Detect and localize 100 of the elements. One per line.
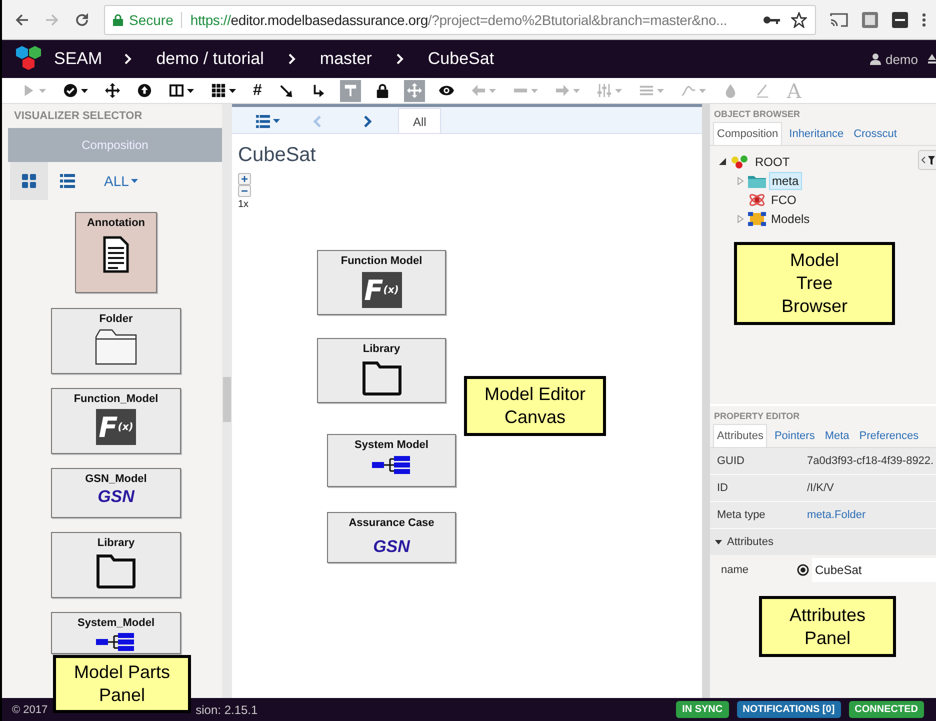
panel-title: OBJECT BROWSER	[713, 108, 802, 121]
list-icon	[60, 174, 74, 188]
zoom-in-button[interactable]: +	[238, 173, 251, 185]
part-card[interactable]: GSN_Model GSN	[51, 468, 181, 518]
breadcrumb-link[interactable]: master	[320, 49, 372, 69]
atom-icon	[748, 192, 766, 206]
extension-icon[interactable]	[892, 12, 908, 28]
editor-tab[interactable]: Preferences	[856, 424, 922, 447]
user-name[interactable]: demo	[885, 52, 918, 66]
status-badge[interactable]: NOTIFICATIONS [0]	[736, 701, 841, 718]
eject-icon[interactable]	[928, 54, 936, 64]
gsn-label: GSN	[98, 487, 134, 507]
cast-icon[interactable]	[830, 12, 848, 28]
caret-icon	[572, 88, 580, 92]
caret-icon	[715, 540, 722, 544]
hierarchy-icon	[372, 456, 412, 474]
folder-icon	[95, 329, 137, 365]
caret-icon	[656, 88, 664, 92]
toolbar-button[interactable]: #	[250, 80, 265, 102]
user-icon	[870, 53, 882, 65]
reset-icon[interactable]	[797, 564, 809, 576]
caret-icon	[272, 119, 280, 123]
editor-tab[interactable]: All	[398, 108, 442, 133]
editor-tab[interactable]: Attributes	[713, 424, 768, 447]
node-name: System Model	[354, 439, 428, 451]
part-name: Folder	[99, 313, 133, 325]
arrow-left-icon	[470, 83, 486, 98]
zoom-out-button[interactable]: −	[238, 185, 251, 197]
arrow-right-icon	[554, 83, 570, 98]
node-name: Assurance Case	[348, 517, 434, 529]
lock-icon	[374, 83, 390, 98]
callout-note: Model Tree Browser	[734, 242, 895, 325]
address-bar[interactable]: Secure https://editor.modelbasedassurance.org/?project=demo%2Btutorial&branch=master&no...	[104, 4, 816, 34]
part-card[interactable]: Folder	[51, 308, 181, 374]
caret-icon	[614, 88, 622, 92]
callout-note: Attributes Panel	[759, 596, 896, 657]
part-name: GSN_Model	[85, 473, 147, 485]
editor-tab[interactable]: Pointers	[771, 424, 818, 447]
model-node[interactable]: System Model	[327, 434, 456, 487]
property-label: ID	[716, 482, 729, 494]
panel-title: VISUALIZER SELECTOR	[13, 109, 144, 124]
part-card[interactable]: Annotation	[75, 212, 157, 293]
part-name: System_Model	[77, 617, 155, 629]
folder-icon	[96, 553, 136, 589]
model-node[interactable]: Library	[317, 338, 446, 403]
menu-icon[interactable]	[922, 12, 926, 28]
chevron-icon	[396, 53, 404, 65]
filter-button[interactable]	[918, 150, 936, 170]
editor-tab[interactable]: Meta	[822, 424, 852, 447]
secure-label: Secure	[129, 12, 174, 28]
caret-icon	[39, 88, 46, 92]
caret-icon	[81, 88, 88, 92]
part-card[interactable]: Library	[51, 532, 181, 598]
lines-icon	[638, 83, 654, 98]
tree-icon	[342, 83, 358, 98]
pen-icon	[754, 83, 770, 98]
browser-tab[interactable]: Inheritance	[786, 122, 847, 145]
tree-item[interactable]: Models	[769, 210, 812, 226]
eye-icon	[438, 83, 454, 98]
breadcrumb-link[interactable]: demo / tutorial	[156, 49, 264, 69]
node-name: Library	[362, 343, 400, 355]
breadcrumb-link[interactable]: CubeSat	[428, 49, 494, 69]
expander-icon[interactable]	[718, 158, 727, 165]
tree-item[interactable]: ROOT	[753, 154, 792, 170]
grid-view-button[interactable]	[10, 162, 48, 200]
browser-tab[interactable]: Crosscut	[850, 122, 900, 145]
canvas-title: CubeSat	[237, 143, 317, 167]
zoom-level: 1x	[238, 199, 249, 210]
part-card[interactable]: System_Model	[51, 612, 181, 654]
section-header[interactable]: Attributes	[710, 529, 936, 555]
meta-type-link[interactable]: meta.Folder	[807, 509, 866, 521]
attribute-field[interactable]: CubeSat	[812, 558, 936, 582]
property-label: GUID	[716, 455, 746, 467]
version-text: sion: 2.15.1	[196, 702, 258, 716]
chevron-left-icon	[312, 114, 322, 128]
key-icon[interactable]	[763, 14, 781, 24]
browser-tab[interactable]: Composition	[713, 122, 782, 145]
gsn-label: GSN	[373, 537, 410, 557]
back-icon[interactable]	[14, 12, 30, 28]
model-node[interactable]: Assurance Case GSN	[327, 512, 456, 563]
app-name[interactable]: SEAM	[54, 49, 102, 69]
filter-dropdown[interactable]: ALL	[98, 172, 144, 190]
reload-icon[interactable]	[74, 12, 90, 28]
tree-item[interactable]: FCO	[769, 192, 798, 208]
callout-note: Model Parts Panel	[53, 655, 191, 713]
chevron-icon	[288, 53, 296, 65]
caret-icon	[187, 88, 194, 92]
tree-item[interactable]: meta	[769, 172, 802, 190]
star-icon[interactable]	[791, 12, 807, 28]
property-value: 7a0d3f93-cf18-4f39-8922.	[807, 455, 934, 467]
part-name: Annotation	[86, 217, 146, 229]
folder-icon	[748, 174, 766, 188]
move-icon	[105, 83, 120, 98]
folder-icon	[362, 360, 402, 396]
attribute-label: name	[720, 564, 750, 576]
model-icon	[748, 212, 766, 226]
list-icon	[254, 114, 270, 128]
part-name: Library	[97, 537, 135, 549]
scrollbar-thumb[interactable]	[223, 377, 231, 422]
curve-icon	[680, 83, 696, 98]
